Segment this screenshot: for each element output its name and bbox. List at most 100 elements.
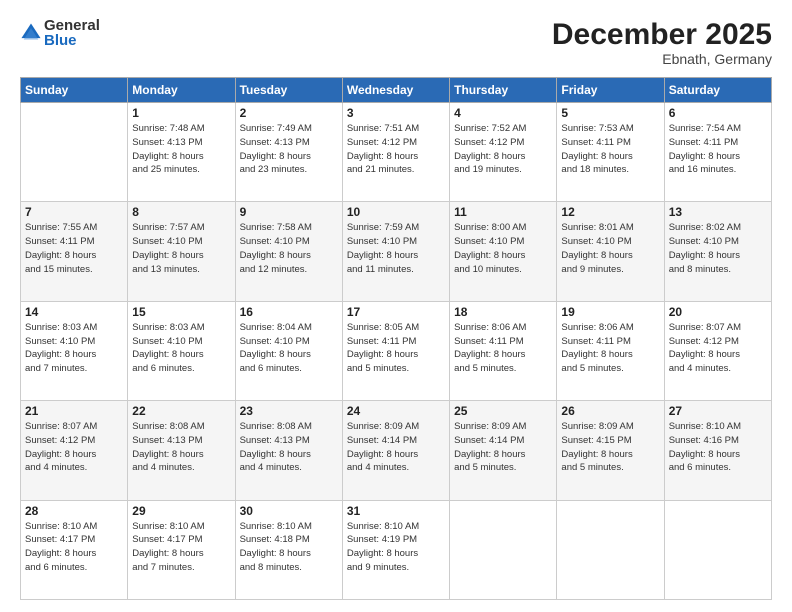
calendar-cell: 4 Sunrise: 7:52 AM Sunset: 4:12 PM Daylig… bbox=[450, 103, 557, 202]
calendar-cell: 24 Sunrise: 8:09 AM Sunset: 4:14 PM Dayli… bbox=[342, 401, 449, 500]
day-info: Sunrise: 8:00 AM Sunset: 4:10 PM Dayligh… bbox=[454, 221, 552, 276]
day-info: Sunrise: 8:08 AM Sunset: 4:13 PM Dayligh… bbox=[240, 420, 338, 475]
day-info: Sunrise: 7:59 AM Sunset: 4:10 PM Dayligh… bbox=[347, 221, 445, 276]
day-number: 4 bbox=[454, 106, 552, 120]
day-number: 6 bbox=[669, 106, 767, 120]
day-number: 10 bbox=[347, 205, 445, 219]
logo-blue-text: Blue bbox=[44, 33, 100, 48]
calendar-cell: 11 Sunrise: 8:00 AM Sunset: 4:10 PM Dayli… bbox=[450, 202, 557, 301]
day-info: Sunrise: 7:51 AM Sunset: 4:12 PM Dayligh… bbox=[347, 122, 445, 177]
day-info: Sunrise: 8:10 AM Sunset: 4:16 PM Dayligh… bbox=[669, 420, 767, 475]
day-info: Sunrise: 8:01 AM Sunset: 4:10 PM Dayligh… bbox=[561, 221, 659, 276]
calendar-cell bbox=[21, 103, 128, 202]
logo-general-text: General bbox=[44, 18, 100, 33]
day-number: 5 bbox=[561, 106, 659, 120]
calendar-cell bbox=[557, 500, 664, 599]
weekday-header-saturday: Saturday bbox=[664, 78, 771, 103]
day-info: Sunrise: 7:49 AM Sunset: 4:13 PM Dayligh… bbox=[240, 122, 338, 177]
day-number: 9 bbox=[240, 205, 338, 219]
day-number: 31 bbox=[347, 504, 445, 518]
day-info: Sunrise: 8:07 AM Sunset: 4:12 PM Dayligh… bbox=[669, 321, 767, 376]
day-number: 11 bbox=[454, 205, 552, 219]
calendar-week-3: 14 Sunrise: 8:03 AM Sunset: 4:10 PM Dayli… bbox=[21, 301, 772, 400]
day-number: 26 bbox=[561, 404, 659, 418]
calendar-cell: 5 Sunrise: 7:53 AM Sunset: 4:11 PM Daylig… bbox=[557, 103, 664, 202]
calendar-week-2: 7 Sunrise: 7:55 AM Sunset: 4:11 PM Daylig… bbox=[21, 202, 772, 301]
day-info: Sunrise: 7:48 AM Sunset: 4:13 PM Dayligh… bbox=[132, 122, 230, 177]
day-info: Sunrise: 8:10 AM Sunset: 4:18 PM Dayligh… bbox=[240, 520, 338, 575]
day-number: 13 bbox=[669, 205, 767, 219]
day-number: 16 bbox=[240, 305, 338, 319]
day-number: 15 bbox=[132, 305, 230, 319]
calendar-cell: 12 Sunrise: 8:01 AM Sunset: 4:10 PM Dayli… bbox=[557, 202, 664, 301]
calendar-cell: 17Sunrise: 8:05 AM Sunset: 4:11 PM Dayli… bbox=[342, 301, 449, 400]
calendar-cell bbox=[450, 500, 557, 599]
day-number: 17 bbox=[347, 305, 445, 319]
day-info: Sunrise: 8:09 AM Sunset: 4:15 PM Dayligh… bbox=[561, 420, 659, 475]
day-info: Sunrise: 8:09 AM Sunset: 4:14 PM Dayligh… bbox=[454, 420, 552, 475]
day-number: 23 bbox=[240, 404, 338, 418]
day-number: 21 bbox=[25, 404, 123, 418]
day-info: Sunrise: 7:55 AM Sunset: 4:11 PM Dayligh… bbox=[25, 221, 123, 276]
calendar-cell: 27 Sunrise: 8:10 AM Sunset: 4:16 PM Dayli… bbox=[664, 401, 771, 500]
day-number: 3 bbox=[347, 106, 445, 120]
weekday-header-wednesday: Wednesday bbox=[342, 78, 449, 103]
calendar-body: 1 Sunrise: 7:48 AM Sunset: 4:13 PM Daylig… bbox=[21, 103, 772, 600]
calendar-cell: 2Sunrise: 7:49 AM Sunset: 4:13 PM Daylig… bbox=[235, 103, 342, 202]
weekday-header-tuesday: Tuesday bbox=[235, 78, 342, 103]
day-info: Sunrise: 8:04 AM Sunset: 4:10 PM Dayligh… bbox=[240, 321, 338, 376]
day-number: 14 bbox=[25, 305, 123, 319]
day-info: Sunrise: 7:53 AM Sunset: 4:11 PM Dayligh… bbox=[561, 122, 659, 177]
calendar-cell: 28 Sunrise: 8:10 AM Sunset: 4:17 PM Dayli… bbox=[21, 500, 128, 599]
day-info: Sunrise: 8:06 AM Sunset: 4:11 PM Dayligh… bbox=[454, 321, 552, 376]
location: Ebnath, Germany bbox=[552, 51, 772, 67]
day-number: 19 bbox=[561, 305, 659, 319]
calendar-cell: 10 Sunrise: 7:59 AM Sunset: 4:10 PM Dayli… bbox=[342, 202, 449, 301]
logo: General Blue bbox=[20, 18, 100, 48]
day-info: Sunrise: 8:09 AM Sunset: 4:14 PM Dayligh… bbox=[347, 420, 445, 475]
calendar-cell: 8Sunrise: 7:57 AM Sunset: 4:10 PM Daylig… bbox=[128, 202, 235, 301]
calendar-header-row: SundayMondayTuesdayWednesdayThursdayFrid… bbox=[21, 78, 772, 103]
day-info: Sunrise: 7:57 AM Sunset: 4:10 PM Dayligh… bbox=[132, 221, 230, 276]
day-info: Sunrise: 8:02 AM Sunset: 4:10 PM Dayligh… bbox=[669, 221, 767, 276]
day-number: 20 bbox=[669, 305, 767, 319]
day-info: Sunrise: 8:10 AM Sunset: 4:17 PM Dayligh… bbox=[25, 520, 123, 575]
day-number: 1 bbox=[132, 106, 230, 120]
calendar-cell: 26 Sunrise: 8:09 AM Sunset: 4:15 PM Dayli… bbox=[557, 401, 664, 500]
calendar-cell: 22Sunrise: 8:08 AM Sunset: 4:13 PM Dayli… bbox=[128, 401, 235, 500]
calendar-cell: 9 Sunrise: 7:58 AM Sunset: 4:10 PM Daylig… bbox=[235, 202, 342, 301]
header: General Blue December 2025 Ebnath, Germa… bbox=[20, 18, 772, 67]
day-number: 25 bbox=[454, 404, 552, 418]
calendar-cell: 19 Sunrise: 8:06 AM Sunset: 4:11 PM Dayli… bbox=[557, 301, 664, 400]
day-number: 27 bbox=[669, 404, 767, 418]
day-number: 28 bbox=[25, 504, 123, 518]
month-title: December 2025 bbox=[552, 18, 772, 51]
calendar-cell bbox=[664, 500, 771, 599]
calendar-cell: 1 Sunrise: 7:48 AM Sunset: 4:13 PM Daylig… bbox=[128, 103, 235, 202]
day-number: 12 bbox=[561, 205, 659, 219]
day-info: Sunrise: 8:10 AM Sunset: 4:17 PM Dayligh… bbox=[132, 520, 230, 575]
day-info: Sunrise: 8:07 AM Sunset: 4:12 PM Dayligh… bbox=[25, 420, 123, 475]
day-number: 24 bbox=[347, 404, 445, 418]
logo-icon bbox=[20, 22, 42, 44]
calendar-cell: 14 Sunrise: 8:03 AM Sunset: 4:10 PM Dayli… bbox=[21, 301, 128, 400]
calendar-cell: 18Sunrise: 8:06 AM Sunset: 4:11 PM Dayli… bbox=[450, 301, 557, 400]
calendar-cell: 6Sunrise: 7:54 AM Sunset: 4:11 PM Daylig… bbox=[664, 103, 771, 202]
weekday-header-thursday: Thursday bbox=[450, 78, 557, 103]
calendar-week-5: 28 Sunrise: 8:10 AM Sunset: 4:17 PM Dayli… bbox=[21, 500, 772, 599]
calendar: SundayMondayTuesdayWednesdayThursdayFrid… bbox=[20, 77, 772, 600]
title-block: December 2025 Ebnath, Germany bbox=[552, 18, 772, 67]
weekday-header-friday: Friday bbox=[557, 78, 664, 103]
day-info: Sunrise: 8:06 AM Sunset: 4:11 PM Dayligh… bbox=[561, 321, 659, 376]
calendar-cell: 15 Sunrise: 8:03 AM Sunset: 4:10 PM Dayli… bbox=[128, 301, 235, 400]
day-number: 30 bbox=[240, 504, 338, 518]
day-info: Sunrise: 8:03 AM Sunset: 4:10 PM Dayligh… bbox=[132, 321, 230, 376]
day-number: 7 bbox=[25, 205, 123, 219]
day-info: Sunrise: 7:58 AM Sunset: 4:10 PM Dayligh… bbox=[240, 221, 338, 276]
calendar-cell: 25 Sunrise: 8:09 AM Sunset: 4:14 PM Dayli… bbox=[450, 401, 557, 500]
day-info: Sunrise: 8:08 AM Sunset: 4:13 PM Dayligh… bbox=[132, 420, 230, 475]
calendar-cell: 16 Sunrise: 8:04 AM Sunset: 4:10 PM Dayli… bbox=[235, 301, 342, 400]
day-info: Sunrise: 7:52 AM Sunset: 4:12 PM Dayligh… bbox=[454, 122, 552, 177]
day-info: Sunrise: 8:03 AM Sunset: 4:10 PM Dayligh… bbox=[25, 321, 123, 376]
calendar-cell: 7 Sunrise: 7:55 AM Sunset: 4:11 PM Daylig… bbox=[21, 202, 128, 301]
